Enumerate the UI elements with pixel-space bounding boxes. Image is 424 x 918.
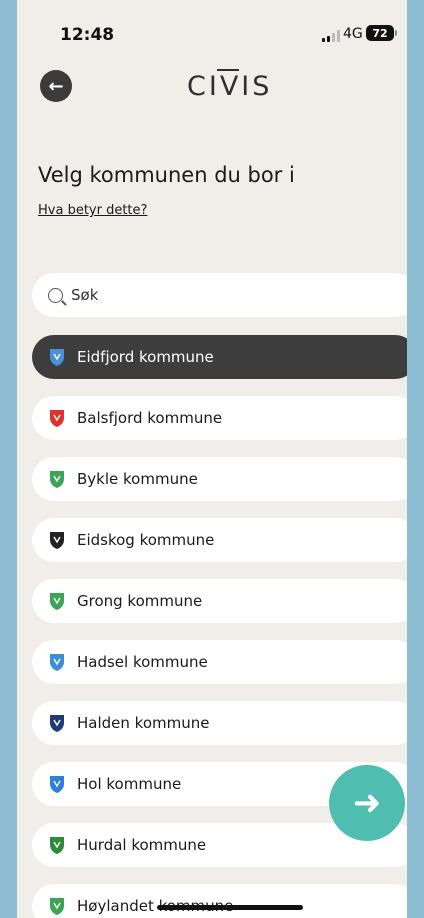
municipality-label: Halden kommune <box>77 714 210 732</box>
municipality-item[interactable]: Balsfjord kommune <box>32 396 407 440</box>
crest-icon <box>49 653 65 672</box>
crest-icon <box>49 775 65 794</box>
municipality-label: Bykle kommune <box>77 470 198 488</box>
crest-icon <box>49 409 65 428</box>
crest-icon <box>49 592 65 611</box>
status-bar: 12:48 4G 72 <box>17 0 407 58</box>
battery-tip <box>395 30 397 36</box>
battery-icon: 72 <box>366 25 394 41</box>
arrow-left-icon: ← <box>48 75 64 97</box>
status-time: 12:48 <box>60 25 115 45</box>
crest-icon <box>49 714 65 733</box>
municipality-label: Eidfjord kommune <box>77 348 214 366</box>
municipality-item[interactable]: Høylandet kommune <box>32 884 407 918</box>
municipality-item[interactable]: Halden kommune <box>32 701 407 745</box>
municipality-item[interactable]: Grong kommune <box>32 579 407 623</box>
municipality-label: Hadsel kommune <box>77 653 208 671</box>
signal-icon <box>322 30 340 42</box>
back-button[interactable]: ← <box>40 70 72 102</box>
crest-icon <box>49 531 65 550</box>
civis-logo-svg: CIVIS <box>187 69 272 102</box>
search-placeholder: Søk <box>71 286 99 304</box>
svg-text:CIVIS: CIVIS <box>187 71 272 102</box>
page-title: Velg kommunen du bor i <box>38 163 295 187</box>
municipality-label: Hol kommune <box>77 775 182 793</box>
crest-icon <box>49 470 65 489</box>
arrow-right-icon: ➜ <box>352 783 382 823</box>
search-icon <box>48 287 63 303</box>
civis-logo: CIVIS <box>187 68 282 111</box>
crest-icon <box>49 836 65 855</box>
next-button[interactable]: ➜ <box>329 765 405 841</box>
crest-icon <box>49 897 65 916</box>
municipality-label: Balsfjord kommune <box>77 409 223 427</box>
municipality-item[interactable]: Bykle kommune <box>32 457 407 501</box>
help-link[interactable]: Hva betyr dette? <box>38 203 147 218</box>
municipality-label: Hurdal kommune <box>77 836 207 854</box>
municipality-item[interactable]: Eidfjord kommune <box>32 335 407 379</box>
crest-icon <box>49 348 65 367</box>
municipality-label: Eidskog kommune <box>77 531 215 549</box>
home-indicator <box>157 905 303 910</box>
municipality-item[interactable]: Eidskog kommune <box>32 518 407 562</box>
search-input[interactable]: Søk <box>32 273 407 317</box>
municipality-item[interactable]: Hadsel kommune <box>32 640 407 684</box>
network-type: 4G <box>343 26 363 42</box>
municipality-label: Grong kommune <box>77 592 203 610</box>
app-screen: 12:48 4G 72 ← CIVIS Velg kommunen du bor… <box>17 0 407 918</box>
